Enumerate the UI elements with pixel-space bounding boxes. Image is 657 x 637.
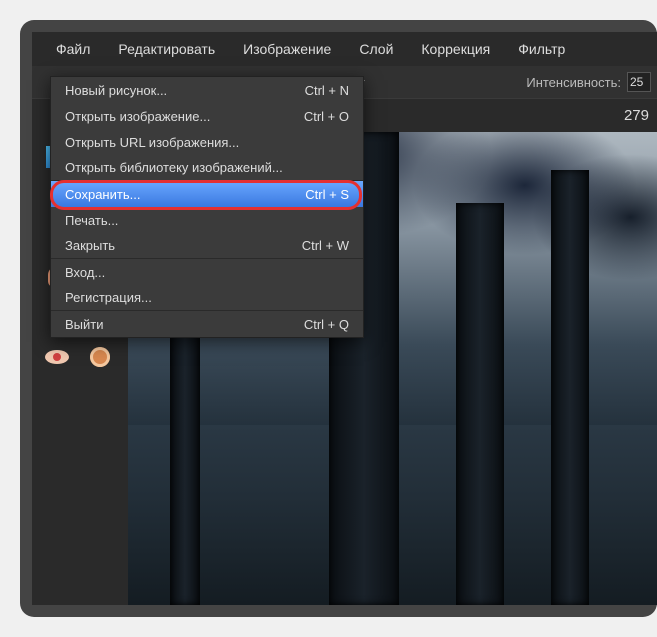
file-menu-dropdown: Новый рисунок... Ctrl + N Открыть изобра… xyxy=(50,76,364,338)
menu-image[interactable]: Изображение xyxy=(229,33,345,65)
menu-item-shortcut: Ctrl + N xyxy=(305,83,349,98)
menu-item-open-library[interactable]: Открыть библиотеку изображений... xyxy=(51,155,363,181)
scene-tree xyxy=(551,170,589,605)
menu-item-login[interactable]: Вход... xyxy=(51,259,363,285)
menu-item-new[interactable]: Новый рисунок... Ctrl + N xyxy=(51,77,363,103)
scene-tree xyxy=(456,203,504,605)
menu-item-close[interactable]: Закрыть Ctrl + W xyxy=(51,233,363,259)
window-frame: Файл Редактировать Изображение Слой Корр… xyxy=(20,20,657,617)
menu-item-label: Открыть URL изображения... xyxy=(65,135,239,150)
menu-item-save[interactable]: Сохранить... Ctrl + S xyxy=(51,181,363,207)
menubar: Файл Редактировать Изображение Слой Корр… xyxy=(32,32,657,66)
status-width: 279 xyxy=(624,107,649,124)
intensity-label: Интенсивность: xyxy=(526,75,621,90)
menu-edit[interactable]: Редактировать xyxy=(104,33,229,65)
menu-item-shortcut: Ctrl + Q xyxy=(304,317,349,332)
menu-item-quit[interactable]: Выйти Ctrl + Q xyxy=(51,311,363,337)
menu-adjust[interactable]: Коррекция xyxy=(407,33,504,65)
menu-item-label: Выйти xyxy=(65,317,104,332)
menu-filter[interactable]: Фильтр xyxy=(504,33,579,65)
menu-item-label: Печать... xyxy=(65,213,118,228)
menu-layer[interactable]: Слой xyxy=(345,33,407,65)
intensity-group: Интенсивность: xyxy=(526,72,651,92)
intensity-input[interactable] xyxy=(627,72,651,92)
menu-item-label: Новый рисунок... xyxy=(65,83,167,98)
menu-file[interactable]: Файл xyxy=(42,33,104,65)
menu-item-label: Закрыть xyxy=(65,238,115,253)
menu-item-register[interactable]: Регистрация... xyxy=(51,285,363,311)
menu-item-label: Вход... xyxy=(65,265,105,280)
menu-item-shortcut: Ctrl + O xyxy=(304,109,349,124)
menu-item-label: Открыть библиотеку изображений... xyxy=(65,160,283,175)
menu-item-label: Сохранить... xyxy=(65,187,140,202)
tool-redeye[interactable] xyxy=(40,340,74,374)
menu-item-open-url[interactable]: Открыть URL изображения... xyxy=(51,129,363,155)
menu-item-open[interactable]: Открыть изображение... Ctrl + O xyxy=(51,103,363,129)
tool-heal[interactable] xyxy=(83,340,117,374)
menu-item-print[interactable]: Печать... xyxy=(51,207,363,233)
menu-item-label: Регистрация... xyxy=(65,290,152,305)
menu-item-label: Открыть изображение... xyxy=(65,109,210,124)
menu-item-shortcut: Ctrl + W xyxy=(302,238,349,253)
menu-item-shortcut: Ctrl + S xyxy=(305,187,349,202)
